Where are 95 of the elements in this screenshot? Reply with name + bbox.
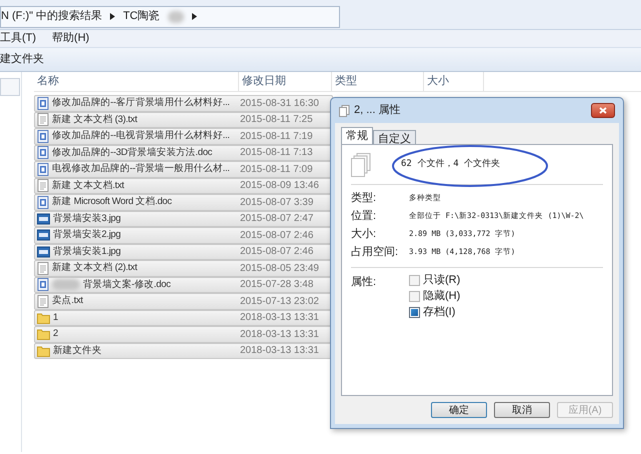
address-bar[interactable]: N (F:)" 中的搜索结果 TC陶瓷 xyxy=(0,6,340,28)
dialog-button[interactable]: 取消 xyxy=(494,402,550,418)
file-row[interactable]: 新建 文本文档 (3).txt 2015-08-11 7:25 xyxy=(34,112,333,128)
breadcrumb-item[interactable]: N (F:)" 中的搜索结果 xyxy=(1,8,102,25)
document-icon xyxy=(37,96,49,110)
document-icon xyxy=(37,278,49,292)
file-date: 2015-07-28 3:48 xyxy=(239,278,314,292)
text-file-icon xyxy=(37,179,49,192)
file-row[interactable]: 电视修改加品牌的--背景墙一般用什么材... 2015-08-11 7:09 xyxy=(34,161,333,178)
selection-summary: 62 个文件，4 个文件夹 xyxy=(401,158,500,171)
file-name: 新建 文本文档.txt xyxy=(52,178,124,193)
menu-item[interactable]: 帮助(H) xyxy=(52,30,90,47)
file-name: 修改加品牌的--电视背景墙用什么材料好... xyxy=(52,129,230,144)
folder-icon xyxy=(37,344,50,357)
file-name: 新建文件夹 xyxy=(53,344,102,358)
file-date: 2018-03-13 13:31 xyxy=(239,328,319,342)
file-date: 2015-08-11 7:19 xyxy=(239,130,313,144)
file-row[interactable]: 背景墙安装1.jpg 2015-08-07 2:46 xyxy=(34,244,333,260)
chevron-right-icon[interactable] xyxy=(192,13,197,20)
file-name: 1 xyxy=(53,310,58,325)
file-row[interactable]: 新建文件夹 2018-03-13 13:31 xyxy=(34,342,333,359)
dialog-tab[interactable]: 常规 xyxy=(341,127,373,144)
image-file-icon xyxy=(37,212,50,225)
folder-icon xyxy=(37,312,50,324)
file-name: 背景墙安装1.jpg xyxy=(53,244,121,259)
file-date: 2015-08-07 2:46 xyxy=(239,228,314,243)
column-header[interactable]: 名称 xyxy=(34,72,239,91)
file-name: 卖点.txt xyxy=(52,294,83,308)
file-date: 2015-08-11 7:25 xyxy=(239,113,313,128)
column-header[interactable]: 类型 xyxy=(332,72,424,91)
file-date: 2015-08-07 3:39 xyxy=(239,196,314,210)
file-date: 2015-08-31 16:30 xyxy=(239,96,319,111)
file-row[interactable]: 2 2018-03-13 13:31 xyxy=(34,326,333,342)
dialog-title: 2, ... 属性 xyxy=(354,103,400,118)
file-name: 电视修改加品牌的--背景墙一般用什么材... xyxy=(52,162,230,176)
column-header[interactable]: 大小 xyxy=(424,72,484,91)
file-row[interactable]: 修改加品牌的--客厅背景墙用什么材料好... 2015-08-31 16:30 xyxy=(34,95,333,112)
file-name: 背景墙安装3.jpg xyxy=(53,212,121,226)
chevron-right-icon[interactable] xyxy=(110,13,116,20)
file-name: 新建 Microsoft Word 文档.doc xyxy=(52,195,172,210)
file-row[interactable]: 修改加品牌的--电视背景墙用什么材料好... 2015-08-11 7:19 xyxy=(34,128,333,144)
file-row[interactable]: 新建 文本文档.txt 2015-08-09 13:46 xyxy=(34,178,333,194)
file-date: 2015-08-07 2:46 xyxy=(239,245,314,260)
file-row[interactable]: 1 2018-03-13 13:31 xyxy=(34,310,333,326)
column-header[interactable]: 修改日期 xyxy=(239,72,332,91)
file-row[interactable]: 修改加品牌的--3D背景墙安装方法.doc 2015-08-11 7:13 xyxy=(34,144,333,161)
file-date: 2018-03-13 13:31 xyxy=(239,311,319,326)
folder-icon xyxy=(37,328,50,340)
file-row[interactable]: 卖点.txt 2015-07-13 23:02 xyxy=(34,293,333,310)
image-file-icon xyxy=(37,246,50,258)
close-button[interactable] xyxy=(591,103,615,118)
file-name: 背景墙文案-修改.doc xyxy=(83,278,171,292)
attributes-label: 属性: xyxy=(351,275,378,290)
attribute-checkbox[interactable]: 只读(R) xyxy=(409,274,460,287)
document-icon xyxy=(37,162,49,176)
file-date: 2015-08-11 7:09 xyxy=(239,162,313,177)
attribute-checkbox[interactable]: 存档(I) xyxy=(409,306,460,319)
close-icon xyxy=(599,107,607,114)
file-date: 2015-08-05 23:49 xyxy=(239,262,319,276)
menu-item[interactable]: 工具(T) xyxy=(0,30,36,47)
document-icon xyxy=(37,146,49,160)
redaction-blur xyxy=(168,10,184,22)
field-label: 大小: xyxy=(351,226,378,242)
file-date: 2015-08-07 2:47 xyxy=(239,212,314,226)
file-name: 新建 文本文档 (3).txt xyxy=(52,112,138,127)
file-date: 2015-07-13 23:02 xyxy=(239,294,319,309)
file-row[interactable]: 背景墙文案-修改.doc 2015-07-28 3:48 xyxy=(34,276,333,293)
field-label: 位置: xyxy=(351,208,378,224)
new-folder-button[interactable]: 建文件夹 xyxy=(0,51,52,68)
dialog-button[interactable]: 确定 xyxy=(431,402,487,418)
file-name: 新建 文本文档 (2).txt xyxy=(52,261,138,276)
text-file-icon xyxy=(37,113,49,126)
field-label: 类型: xyxy=(351,190,378,206)
file-date: 2015-08-09 13:46 xyxy=(239,179,319,194)
file-row[interactable]: 新建 文本文档 (2).txt 2015-08-05 23:49 xyxy=(34,260,333,276)
file-date: 2018-03-13 13:31 xyxy=(239,344,319,358)
file-name: 修改加品牌的--客厅背景墙用什么材料好... xyxy=(52,96,230,110)
file-name: 背景墙安装2.jpg xyxy=(53,228,121,242)
image-file-icon xyxy=(37,229,50,242)
breadcrumb-item[interactable]: TC陶瓷 xyxy=(123,8,160,25)
file-date: 2015-08-11 7:13 xyxy=(239,146,313,160)
file-name: 2 xyxy=(53,327,58,342)
file-row[interactable]: 背景墙安装2.jpg 2015-08-07 2:46 xyxy=(34,227,333,244)
document-icon xyxy=(37,196,49,209)
text-file-icon xyxy=(37,294,49,308)
text-file-icon xyxy=(37,262,49,275)
file-row[interactable]: 新建 Microsoft Word 文档.doc 2015-08-07 3:39 xyxy=(34,194,333,210)
files-icon xyxy=(339,104,350,116)
file-name: 修改加品牌的--3D背景墙安装方法.doc xyxy=(52,146,212,160)
dialog-tab[interactable]: 自定义 xyxy=(373,130,416,144)
file-row[interactable]: 背景墙安装3.jpg 2015-08-07 2:47 xyxy=(34,210,333,227)
files-icon xyxy=(351,152,371,176)
field-label: 占用空间: xyxy=(351,244,400,260)
document-icon xyxy=(37,130,49,143)
attribute-checkbox[interactable]: 隐藏(H) xyxy=(409,290,460,303)
